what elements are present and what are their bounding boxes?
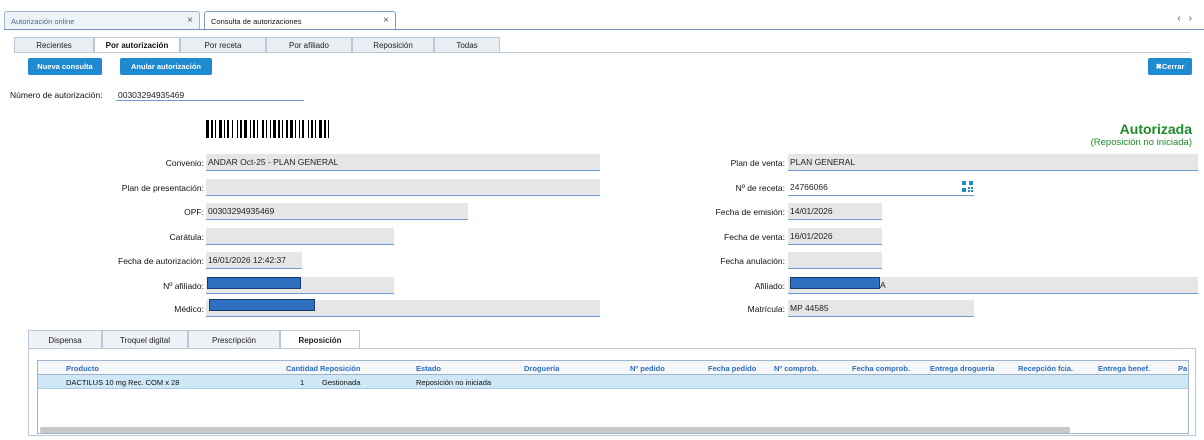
fecha-venta-field[interactable]: 16/01/2026 xyxy=(788,228,882,245)
matricula-field[interactable]: MP 44585 xyxy=(788,300,974,317)
fecha-autorizacion-field[interactable]: 16/01/2026 12:42:37 xyxy=(206,252,302,269)
nro-receta-label: Nº de receta: xyxy=(735,183,785,193)
doc-tab-consulta-autorizaciones[interactable]: Consulta de autorizaciones × xyxy=(204,11,396,29)
qr-code-icon[interactable] xyxy=(962,181,973,192)
col-producto[interactable]: Producto xyxy=(66,364,99,373)
col-estado[interactable]: Estado xyxy=(416,364,441,373)
auth-number-field[interactable]: 00303294935469 xyxy=(116,87,304,101)
convenio-field[interactable]: ANDAR Oct-25 - PLAN GENERAL xyxy=(206,154,600,171)
col-cantidad[interactable]: Cantidad xyxy=(286,364,318,373)
cell-producto: DACTILUS 10 mg Rec. COM x 28 xyxy=(66,378,180,387)
plan-presentacion-label: Plan de presentación: xyxy=(121,183,204,193)
fecha-anulacion-field[interactable] xyxy=(788,252,882,269)
matricula-label: Matrícula: xyxy=(747,304,785,314)
cell-estado: Reposición no iniciada xyxy=(416,378,492,387)
col-entrega-drogueria[interactable]: Entrega droguería xyxy=(930,364,995,373)
nro-receta-field[interactable]: 24766066 xyxy=(788,179,974,196)
col-nro-pedido[interactable]: Nº pedido xyxy=(630,364,665,373)
tab-por-autorizacion[interactable]: Por autorización xyxy=(94,37,180,53)
chevron-right-icon[interactable]: › xyxy=(1189,13,1200,24)
caratula-field[interactable] xyxy=(206,228,394,245)
chevron-left-icon[interactable]: ‹ xyxy=(1177,13,1188,24)
doc-tab-label: Consulta de autorizaciones xyxy=(211,17,302,26)
caratula-label: Carátula: xyxy=(169,232,205,242)
cell-cantidad: 1 xyxy=(300,378,305,387)
fecha-anulacion-label: Fecha anulación: xyxy=(720,256,785,266)
opf-field[interactable]: 00303294935469 xyxy=(206,203,468,220)
tab-reposicion[interactable]: Reposición xyxy=(352,37,434,52)
tab-troquel-digital[interactable]: Troquel digital xyxy=(102,330,188,348)
status-title: Autorizada xyxy=(1119,121,1192,137)
auth-number-label: Número de autorización: xyxy=(10,90,103,100)
tab-todas[interactable]: Todas xyxy=(434,37,500,52)
afiliado-label: Afiliado: xyxy=(754,281,785,291)
opf-label: OPF: xyxy=(184,207,204,217)
close-icon[interactable]: × xyxy=(383,15,389,26)
nro-afiliado-label: Nº afiliado: xyxy=(163,281,204,291)
tab-recientes[interactable]: Recientes xyxy=(14,37,94,52)
new-query-button[interactable]: Nueva consulta xyxy=(28,58,102,75)
fecha-autorizacion-label: Fecha de autorización: xyxy=(118,256,204,266)
col-fecha-comprob[interactable]: Fecha comprob. xyxy=(852,364,910,373)
fecha-emision-label: Fecha de emisión: xyxy=(715,207,785,217)
convenio-label: Convenio: xyxy=(165,158,204,168)
col-recepcion-fcia[interactable]: Recepción fcia. xyxy=(1018,364,1073,373)
tab-por-receta[interactable]: Por receta xyxy=(180,37,266,52)
redaction-box xyxy=(207,277,301,289)
cancel-authorization-button[interactable]: Anular autorización xyxy=(120,58,212,75)
medico-label: Médico: xyxy=(174,304,204,314)
cell-reposicion: Gestionada xyxy=(322,378,361,387)
tab-scroll-nav[interactable]: ‹› xyxy=(1177,13,1200,24)
status-subtitle: (Reposición no iniciada) xyxy=(1090,137,1192,148)
doc-tab-label: Autorización online xyxy=(11,17,75,26)
grid-header: Producto Cantidad Reposición Estado Drog… xyxy=(38,361,1188,375)
plan-venta-field[interactable]: PLAN GENERAL xyxy=(788,154,1198,171)
sub-tab-divider xyxy=(14,52,1190,53)
plan-venta-label: Plan de venta: xyxy=(730,158,785,168)
reposicion-grid: Producto Cantidad Reposición Estado Drog… xyxy=(37,360,1189,434)
col-entrega-benef[interactable]: Entrega benef. xyxy=(1098,364,1150,373)
redaction-box xyxy=(209,299,315,311)
col-pa[interactable]: Pa xyxy=(1178,364,1187,373)
tab-reposicion-detalle[interactable]: Reposición xyxy=(280,330,360,348)
fecha-venta-label: Fecha de venta: xyxy=(724,232,785,242)
barcode-image xyxy=(206,120,329,138)
close-button[interactable]: ✖Cerrar xyxy=(1148,58,1192,75)
plan-presentacion-field[interactable] xyxy=(206,179,600,196)
horizontal-scrollbar[interactable] xyxy=(40,427,1070,433)
col-nro-comprob[interactable]: Nº comprob. xyxy=(774,364,818,373)
redaction-box xyxy=(790,277,880,289)
tab-dispensa[interactable]: Dispensa xyxy=(28,330,102,348)
table-row[interactable]: DACTILUS 10 mg Rec. COM x 28 1 Gestionad… xyxy=(38,375,1188,389)
tab-por-afiliado[interactable]: Por afiliado xyxy=(266,37,352,52)
tab-strip-divider xyxy=(4,29,1204,30)
col-reposicion[interactable]: Reposición xyxy=(320,364,360,373)
close-icon[interactable]: × xyxy=(187,15,193,26)
col-fecha-pedido[interactable]: Fecha pedido xyxy=(708,364,756,373)
tab-prescripcion[interactable]: Prescripción xyxy=(188,330,280,348)
fecha-emision-field[interactable]: 14/01/2026 xyxy=(788,203,882,220)
col-drogueria[interactable]: Droguería xyxy=(524,364,559,373)
doc-tab-autorizacion-online[interactable]: Autorización online × xyxy=(4,11,200,29)
